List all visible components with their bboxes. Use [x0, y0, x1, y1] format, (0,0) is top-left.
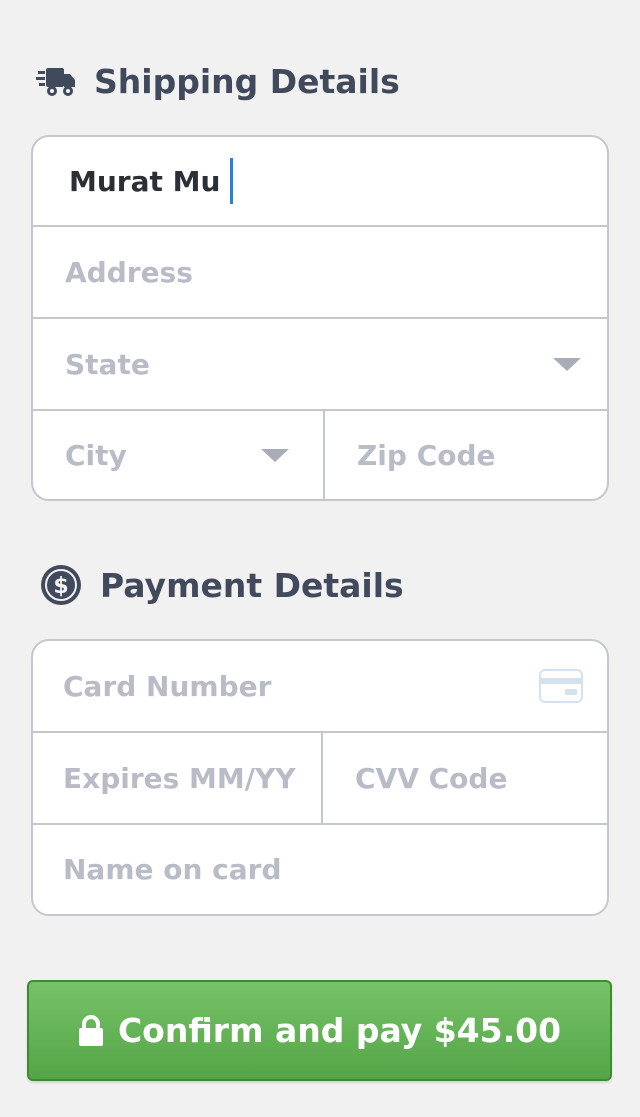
svg-text:$: $ [53, 574, 68, 599]
city-zip-row: City Zip Code [33, 411, 607, 499]
city-select[interactable]: City [33, 411, 323, 499]
confirm-pay-button[interactable]: Confirm and pay $45.00 [27, 980, 612, 1081]
chevron-down-icon [261, 449, 289, 462]
name-on-card-row: Name on card [33, 825, 607, 914]
address-placeholder: Address [65, 255, 193, 289]
chevron-down-icon [553, 358, 581, 371]
payment-title: Payment Details [100, 565, 404, 605]
address-row: Address [33, 227, 607, 319]
full-name-row: Murat Mu [33, 137, 607, 227]
cvv-field[interactable]: CVV Code [321, 733, 607, 823]
credit-card-icon [539, 669, 583, 707]
full-name-value: Murat Mu [69, 164, 221, 198]
shipping-title: Shipping Details [94, 62, 400, 101]
cvv-placeholder: CVV Code [355, 761, 508, 795]
name-on-card-field[interactable]: Name on card [33, 825, 607, 914]
zip-code-field[interactable]: Zip Code [323, 411, 607, 499]
card-number-row: Card Number [33, 641, 607, 733]
state-select[interactable]: State [33, 319, 607, 409]
payment-form: Card Number Expires MM/YY CVV Code Name … [31, 639, 609, 916]
lock-icon [78, 1014, 104, 1047]
zip-placeholder: Zip Code [357, 438, 496, 472]
expiry-cvv-row: Expires MM/YY CVV Code [33, 733, 607, 825]
truck-icon [36, 65, 76, 99]
text-caret [230, 158, 234, 204]
payment-section-header: $ Payment Details [40, 564, 404, 606]
confirm-label: Confirm and pay $45.00 [117, 1011, 562, 1050]
shipping-form: Murat Mu Address State City Zip Code [31, 135, 609, 501]
expiry-field[interactable]: Expires MM/YY [33, 733, 321, 823]
card-number-field[interactable]: Card Number [33, 641, 607, 731]
name-on-card-placeholder: Name on card [63, 853, 282, 886]
state-row: State [33, 319, 607, 411]
expires-placeholder: Expires MM/YY [63, 761, 296, 795]
city-placeholder: City [65, 438, 127, 472]
address-field[interactable]: Address [33, 227, 607, 317]
full-name-field[interactable]: Murat Mu [33, 137, 607, 225]
shipping-section-header: Shipping Details [36, 62, 400, 101]
dollar-coin-icon: $ [40, 564, 82, 606]
card-number-placeholder: Card Number [63, 669, 272, 703]
state-placeholder: State [65, 347, 150, 381]
